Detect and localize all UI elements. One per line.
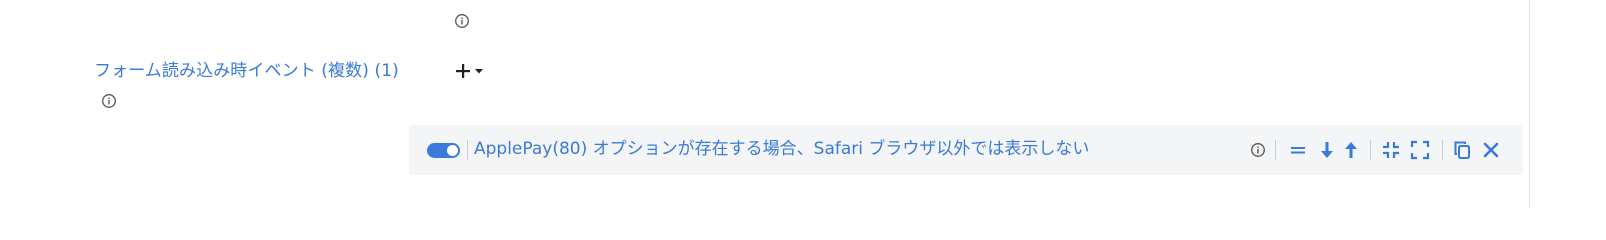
copy-icon[interactable] [1451, 139, 1473, 161]
plus-icon [454, 62, 472, 80]
divider [1442, 140, 1443, 160]
event-title[interactable]: ApplePay(80) オプションが存在する場合、Safari ブラウザ以外で… [474, 137, 1089, 161]
page: フォーム読み込み時イベント (複数) (1) ApplePay(80) オプショ… [0, 0, 1606, 208]
scrollbar-divider [1529, 0, 1530, 208]
add-event-button[interactable] [454, 60, 484, 82]
toggle-knob [447, 145, 458, 156]
collapse-icon[interactable] [1380, 139, 1402, 161]
expand-icon[interactable] [1409, 139, 1431, 161]
arrow-down-icon[interactable] [1316, 139, 1338, 161]
field-label: フォーム読み込み時イベント (複数) (1) [94, 61, 399, 81]
divider [1275, 140, 1276, 160]
drag-handle-icon[interactable] [1287, 139, 1309, 161]
close-icon[interactable] [1480, 139, 1502, 161]
info-icon[interactable] [454, 13, 470, 29]
divider [1370, 140, 1371, 160]
caret-down-icon [472, 67, 484, 75]
event-info-icon[interactable] [1250, 142, 1266, 158]
arrow-up-icon[interactable] [1340, 139, 1362, 161]
field-info-icon[interactable] [101, 93, 117, 109]
event-enabled-toggle[interactable] [427, 143, 460, 158]
divider [467, 140, 468, 160]
event-row: ApplePay(80) オプションが存在する場合、Safari ブラウザ以外で… [409, 125, 1523, 175]
